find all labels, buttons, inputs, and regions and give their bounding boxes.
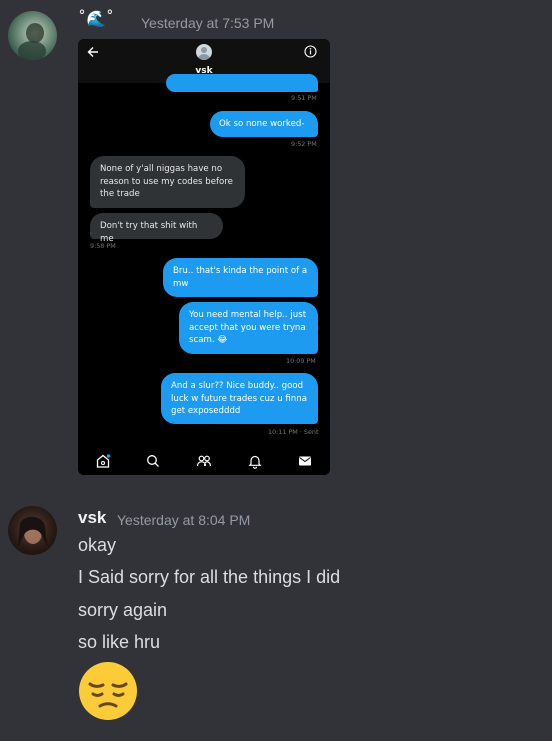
image-attachment[interactable]: vsk 9:51 PM Ok so none worked- 9:52 PM N… (78, 39, 330, 475)
message-text: sorry again (78, 600, 168, 620)
search-icon (147, 455, 159, 467)
username-glyph: ˚🌊˚ (78, 9, 114, 28)
user-avatar-1[interactable] (8, 11, 57, 60)
message-text: so like hru (78, 632, 161, 652)
user-avatar-2[interactable] (8, 506, 57, 555)
pensive-emoji-icon (79, 662, 137, 720)
chat-time: 10:09 PM (286, 357, 316, 365)
home-icon (96, 454, 111, 468)
chat-time: 9:51 PM (291, 94, 317, 102)
chat-bubble-partial (166, 74, 318, 92)
username-1[interactable]: ˚🌊˚ (78, 9, 114, 33)
chat-bubble: Ok so none worked- (210, 111, 318, 137)
mail-icon (299, 456, 311, 466)
chat-time: 9:52 PM (291, 140, 317, 148)
chat-bubble: Bru.. that's kinda the point of a mw (163, 258, 318, 297)
info-icon (304, 45, 317, 58)
back-arrow-icon (87, 47, 98, 57)
chat-bubble: You need mental help.. just accept that … (179, 302, 318, 354)
people-icon (196, 455, 212, 467)
message-text: okay (78, 535, 117, 555)
message-timestamp-2[interactable]: Yesterday at 8:04 PM (117, 512, 250, 528)
message-text: I Said sorry for all the things I did (78, 567, 341, 587)
chat-bubble: Don't try that shit with me (90, 213, 223, 244)
avatar-image (18, 23, 46, 60)
chat-bubble: And a slur?? Nice buddy.. good luck w fu… (161, 373, 318, 424)
avatar-image (18, 516, 47, 547)
phone-profile-avatar (196, 44, 212, 60)
chat-time: 9:58 PM (90, 242, 116, 250)
username-2[interactable]: vsk (78, 508, 106, 528)
chat-bubble: None of y'all niggas have no reason to u… (90, 156, 245, 208)
bell-icon (248, 455, 262, 469)
chat-time: 10:11 PM · Sent (268, 428, 319, 436)
message-timestamp-1[interactable]: Yesterday at 7:53 PM (141, 15, 274, 31)
